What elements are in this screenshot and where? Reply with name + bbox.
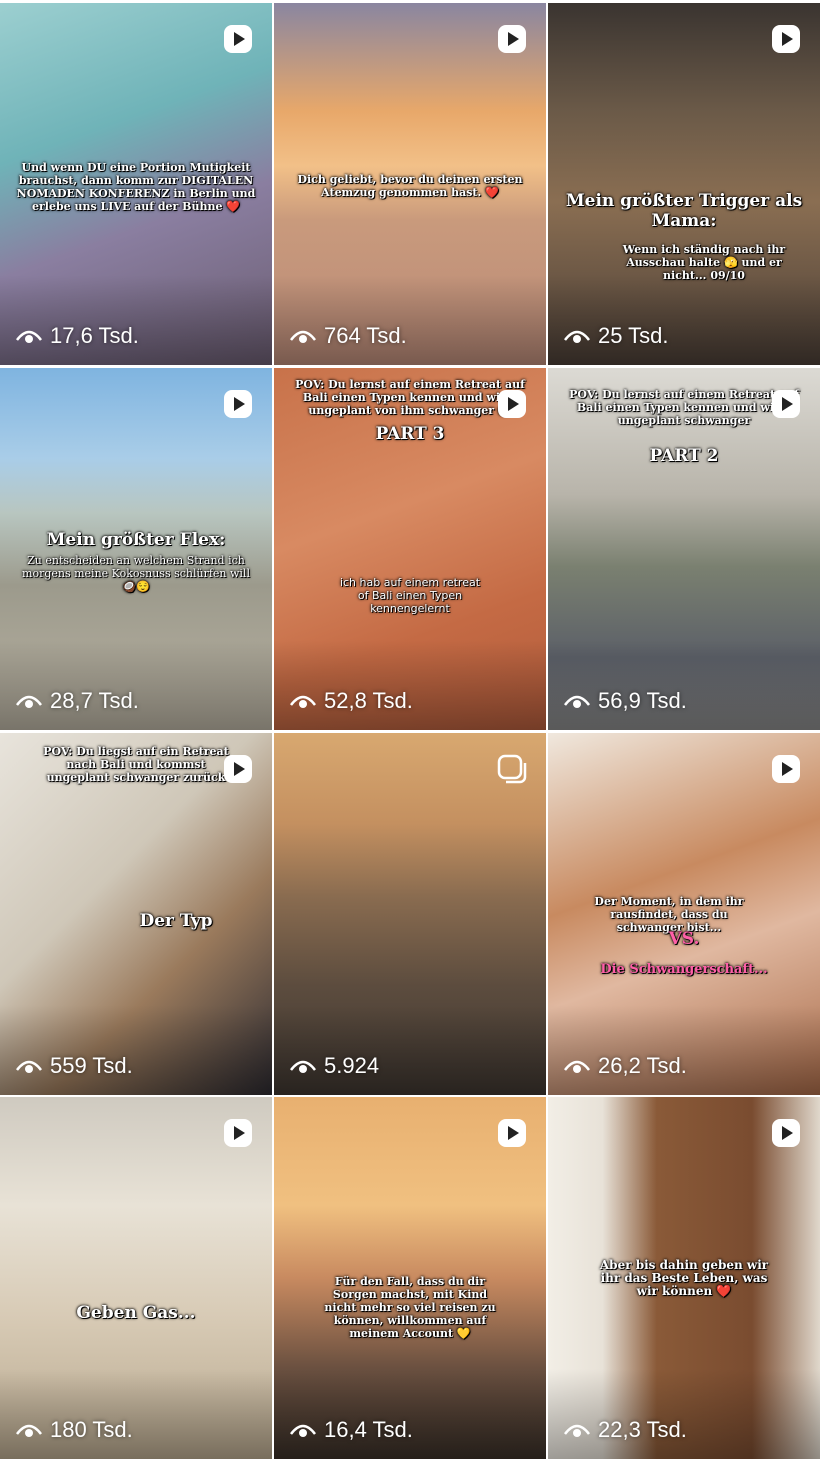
eye-icon <box>16 1421 42 1439</box>
view-count-value: 22,3 Tsd. <box>598 1417 687 1442</box>
post-caption-part: PART 2 <box>649 446 719 466</box>
eye-icon <box>564 692 590 710</box>
eye-icon <box>16 692 42 710</box>
eye-icon <box>564 1057 590 1075</box>
view-count-value: 25 Tsd. <box>598 323 669 348</box>
view-count-value: 16,4 Tsd. <box>324 1417 413 1442</box>
carousel-icon <box>496 753 528 785</box>
post-tile-11[interactable]: Für den Fall, dass du dir Sorgen machst,… <box>274 1097 546 1459</box>
view-count-value: 28,7 Tsd. <box>50 688 139 713</box>
eye-icon <box>564 327 590 345</box>
view-count: 5.924 <box>290 1053 379 1079</box>
view-count: 17,6 Tsd. <box>16 323 139 349</box>
eye-icon <box>290 1057 316 1075</box>
reel-icon <box>222 23 254 55</box>
post-caption-secondary: Der Typ <box>139 911 213 931</box>
eye-icon <box>564 1421 590 1439</box>
reel-icon <box>496 1117 528 1149</box>
reel-icon <box>770 753 802 785</box>
eye-icon <box>16 327 42 345</box>
post-tile-7[interactable]: POV: Du liegst auf ein Retreat nach Bali… <box>0 733 272 1095</box>
post-caption: Mein größter Trigger als Mama: <box>565 191 803 231</box>
post-caption-secondary: Zu entscheiden an welchem Strand ich mor… <box>22 554 250 593</box>
post-tile-8[interactable]: 5.924 <box>274 733 546 1095</box>
post-caption: POV: Du liegst auf ein Retreat nach Bali… <box>43 745 229 784</box>
view-count: 26,2 Tsd. <box>564 1053 687 1079</box>
eye-icon <box>290 692 316 710</box>
post-caption: Geben Gas... <box>76 1303 196 1323</box>
view-count-value: 5.924 <box>324 1053 380 1078</box>
view-count-value: 180 Tsd. <box>50 1417 133 1442</box>
post-tile-10[interactable]: Geben Gas... 180 Tsd. <box>0 1097 272 1459</box>
view-count: 52,8 Tsd. <box>290 688 413 714</box>
eye-icon <box>290 327 316 345</box>
reel-icon <box>770 1117 802 1149</box>
view-count: 559 Tsd. <box>16 1053 133 1079</box>
reel-icon <box>222 388 254 420</box>
view-count: 28,7 Tsd. <box>16 688 139 714</box>
post-caption: Für den Fall, dass du dir Sorgen machst,… <box>324 1275 496 1340</box>
reel-icon <box>496 388 528 420</box>
post-tile-4[interactable]: Mein größter Flex: Zu entscheiden an wel… <box>0 368 272 730</box>
reel-icon <box>222 753 254 785</box>
view-count: 180 Tsd. <box>16 1417 133 1443</box>
post-tile-12[interactable]: Aber bis dahin geben wir ihr das Beste L… <box>548 1097 820 1459</box>
view-count-value: 56,9 Tsd. <box>598 688 687 713</box>
reel-icon <box>770 388 802 420</box>
view-count: 22,3 Tsd. <box>564 1417 687 1443</box>
eye-icon <box>16 1057 42 1075</box>
post-caption: Dich geliebt, bevor du deinen ersten Ate… <box>297 173 523 199</box>
post-tile-5[interactable]: POV: Du lernst auf einem Retreat auf Bal… <box>274 368 546 730</box>
post-caption: Mein größter Flex: <box>46 530 226 550</box>
post-tile-2[interactable]: Dich geliebt, bevor du deinen ersten Ate… <box>274 3 546 365</box>
post-caption-part: PART 3 <box>375 424 445 444</box>
post-grid: Und wenn DU eine Portion Mutigkeit brauc… <box>0 0 820 1459</box>
post-caption: Und wenn DU eine Portion Mutigkeit brauc… <box>16 161 256 213</box>
reel-icon <box>222 1117 254 1149</box>
post-caption-tertiary: ich hab auf einem retreat of Bali einen … <box>339 576 481 615</box>
view-count: 56,9 Tsd. <box>564 688 687 714</box>
post-tile-3[interactable]: Mein größter Trigger als Mama: Wenn ich … <box>548 3 820 365</box>
view-count-value: 17,6 Tsd. <box>50 323 139 348</box>
view-count: 25 Tsd. <box>564 323 669 349</box>
eye-icon <box>290 1421 316 1439</box>
reel-icon <box>770 23 802 55</box>
post-caption-tertiary: Die Schwangerschaft... <box>600 962 768 977</box>
post-tile-9[interactable]: Der Moment, in dem ihr rausfindet, dass … <box>548 733 820 1095</box>
view-count-value: 26,2 Tsd. <box>598 1053 687 1078</box>
post-tile-1[interactable]: Und wenn DU eine Portion Mutigkeit brauc… <box>0 3 272 365</box>
view-count-value: 764 Tsd. <box>324 323 407 348</box>
view-count-value: 559 Tsd. <box>50 1053 133 1078</box>
post-caption: Aber bis dahin geben wir ihr das Beste L… <box>599 1258 769 1298</box>
post-caption-vs: VS. <box>668 929 700 949</box>
view-count-value: 52,8 Tsd. <box>324 688 413 713</box>
view-count: 16,4 Tsd. <box>290 1417 413 1443</box>
post-tile-6[interactable]: POV: Du lernst auf einem Retreat auf Bal… <box>548 368 820 730</box>
reel-icon <box>496 23 528 55</box>
view-count: 764 Tsd. <box>290 323 407 349</box>
